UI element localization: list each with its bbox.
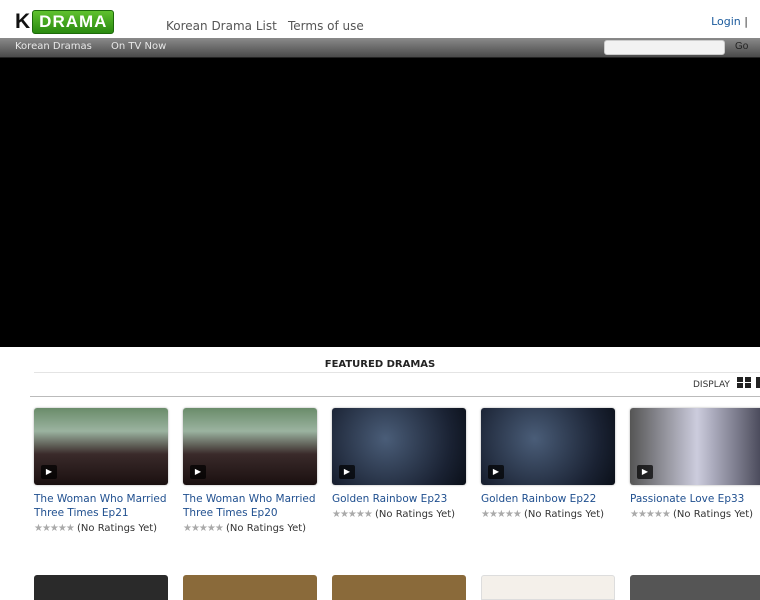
grid-view-icon[interactable] bbox=[737, 377, 751, 388]
nav-korean-dramas[interactable]: Korean Dramas bbox=[15, 41, 92, 52]
drama-thumbnail[interactable] bbox=[183, 575, 317, 600]
list-view-icon[interactable] bbox=[756, 377, 760, 388]
star-rating-icon[interactable]: ★★★★★ bbox=[481, 509, 522, 520]
drama-thumbnail[interactable]: ▶ bbox=[183, 408, 317, 485]
terms-of-use-link[interactable]: Terms of use bbox=[288, 19, 364, 33]
play-icon: ▶ bbox=[41, 465, 57, 479]
drama-thumbnail[interactable] bbox=[332, 575, 466, 600]
drama-thumbnail[interactable]: ▶ bbox=[630, 408, 760, 485]
drama-thumbnail[interactable]: ▶ bbox=[481, 408, 615, 485]
featured-title: FEATURED DRAMAS bbox=[324, 359, 436, 370]
drama-title-link[interactable]: Golden Rainbow Ep22 bbox=[481, 492, 615, 506]
search-input[interactable] bbox=[604, 40, 725, 55]
drama-title-link[interactable]: The Woman Who Married Three Times Ep20 bbox=[183, 492, 317, 520]
play-icon: ▶ bbox=[488, 465, 504, 479]
go-button[interactable]: Go bbox=[735, 41, 748, 52]
drama-thumbnail[interactable] bbox=[630, 575, 760, 600]
nav-on-tv-now[interactable]: On TV Now bbox=[111, 41, 166, 52]
drama-thumbnail[interactable]: ▶ bbox=[332, 408, 466, 485]
nav-bar: Korean Dramas On TV Now Go bbox=[0, 38, 760, 58]
divider bbox=[30, 396, 760, 397]
rating-text: (No Ratings Yet) bbox=[77, 523, 158, 534]
drama-card[interactable]: ▶ The Woman Who Married Three Times Ep21… bbox=[34, 408, 168, 534]
drama-card[interactable]: ▶ Golden Rainbow Ep23 ★★★★★ (No Ratings … bbox=[332, 408, 466, 520]
header: K DRAMA Korean Drama List Terms of use L… bbox=[0, 0, 760, 38]
separator: | bbox=[744, 15, 748, 28]
star-rating-icon[interactable]: ★★★★★ bbox=[34, 523, 75, 534]
rating-text: (No Ratings Yet) bbox=[524, 509, 605, 520]
rating-text: (No Ratings Yet) bbox=[375, 509, 456, 520]
divider bbox=[34, 372, 760, 373]
drama-title-link[interactable]: Golden Rainbow Ep23 bbox=[332, 492, 466, 506]
drama-card[interactable]: ▶ Golden Rainbow Ep22 ★★★★★ (No Ratings … bbox=[481, 408, 615, 520]
star-rating-icon[interactable]: ★★★★★ bbox=[630, 509, 671, 520]
rating-text: (No Ratings Yet) bbox=[226, 523, 307, 534]
display-label: DISPLAY bbox=[693, 380, 730, 390]
logo-drama: DRAMA bbox=[32, 10, 115, 34]
rating-text: (No Ratings Yet) bbox=[673, 509, 754, 520]
video-player[interactable] bbox=[0, 58, 760, 347]
drama-title-link[interactable]: The Woman Who Married Three Times Ep21 bbox=[34, 492, 168, 520]
logo-k: K bbox=[15, 10, 31, 33]
login-link[interactable]: Login bbox=[711, 15, 741, 28]
korean-drama-list-link[interactable]: Korean Drama List bbox=[166, 19, 277, 33]
star-rating-icon[interactable]: ★★★★★ bbox=[332, 509, 373, 520]
drama-thumbnail[interactable] bbox=[34, 575, 168, 600]
star-rating-icon[interactable]: ★★★★★ bbox=[183, 523, 224, 534]
drama-card[interactable]: ▶ The Woman Who Married Three Times Ep20… bbox=[183, 408, 317, 534]
drama-thumbnail[interactable] bbox=[481, 575, 615, 600]
play-icon: ▶ bbox=[339, 465, 355, 479]
drama-card[interactable]: ▶ Passionate Love Ep33 ★★★★★ (No Ratings… bbox=[630, 408, 760, 520]
site-logo[interactable]: K DRAMA bbox=[15, 10, 115, 34]
play-icon: ▶ bbox=[190, 465, 206, 479]
drama-title-link[interactable]: Passionate Love Ep33 bbox=[630, 492, 760, 506]
drama-thumbnail[interactable]: ▶ bbox=[34, 408, 168, 485]
play-icon: ▶ bbox=[637, 465, 653, 479]
